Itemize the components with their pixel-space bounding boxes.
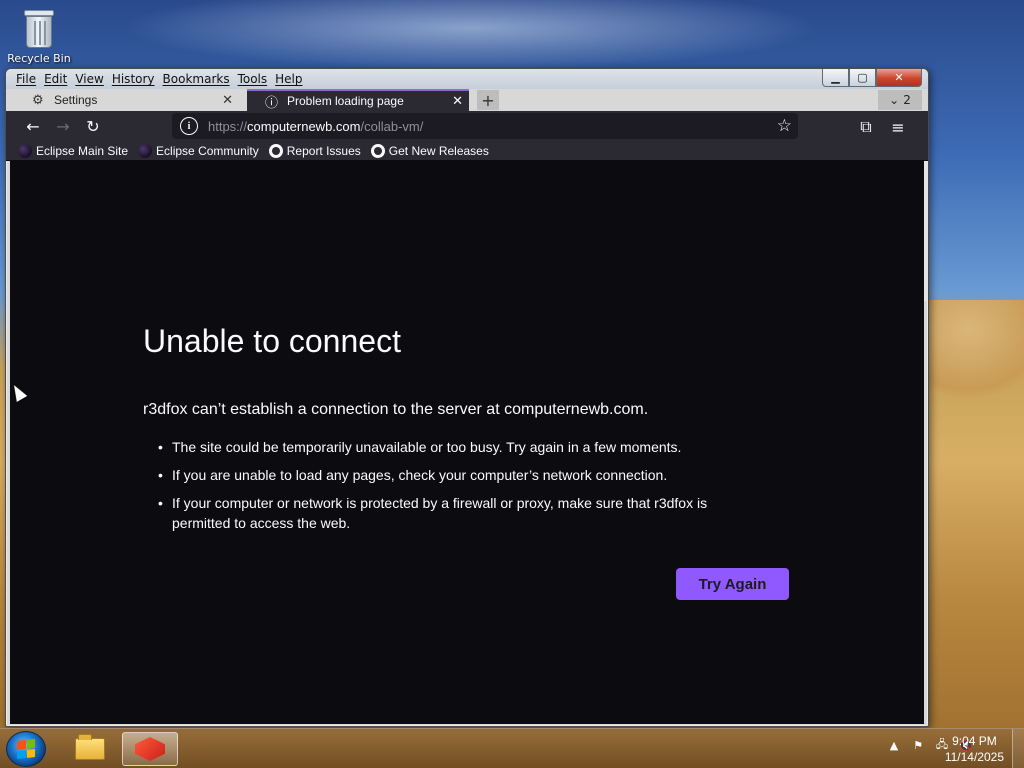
bookmark-eclipse-community[interactable]: Eclipse Community <box>138 143 259 158</box>
navigation-toolbar: ← → ↻ i https://computernewb.com/collab-… <box>6 111 928 141</box>
reload-button[interactable]: ↻ <box>78 112 108 140</box>
error-suggestions: The site could be temporarily unavailabl… <box>158 437 768 541</box>
suggestion-item: If your computer or network is protected… <box>158 493 768 533</box>
menu-bookmarks[interactable]: Bookmarks <box>163 72 230 86</box>
start-button[interactable] <box>6 731 46 767</box>
scrollbar[interactable] <box>924 161 928 301</box>
bookmark-label: Report Issues <box>286 143 361 158</box>
taskbar-file-explorer[interactable] <box>62 732 118 766</box>
folder-icon <box>75 734 105 760</box>
list-all-tabs-button[interactable]: ⌄ 2 <box>878 90 922 110</box>
app-menu-button[interactable]: ≡ <box>882 113 914 141</box>
recycle-bin-label: Recycle Bin <box>7 52 71 65</box>
back-button[interactable]: ← <box>18 112 48 140</box>
menu-history[interactable]: History <box>112 72 155 86</box>
taskbar: ▲ ⚑ 🖧 🔇 9:04 PM 11/14/2025 <box>0 728 1024 768</box>
menu-help[interactable]: Help <box>275 72 302 86</box>
action-center-flag-icon[interactable]: ⚑ <box>910 737 926 753</box>
new-tab-button[interactable]: + <box>477 90 499 110</box>
close-window-button[interactable]: ✕ <box>876 69 922 87</box>
menu-view[interactable]: View <box>75 72 103 86</box>
url-bar[interactable]: i https://computernewb.com/collab-vm/ ☆ <box>172 113 798 139</box>
bookmark-label: Eclipse Community <box>156 143 259 158</box>
eclipse-icon <box>138 143 153 158</box>
taskbar-browser[interactable] <box>122 732 178 766</box>
clock-date: 11/14/2025 <box>944 750 1004 764</box>
tab-problem-loading-page[interactable]: ⓘ Problem loading page ✕ <box>247 89 469 111</box>
minimize-icon: ▁ <box>831 71 840 84</box>
toolbar-right: ⧉ ≡ <box>850 113 914 141</box>
tab-close-icon[interactable]: ✕ <box>452 93 463 109</box>
error-description: r3dfox can’t establish a connection to t… <box>143 401 649 418</box>
url-host: computernewb.com <box>247 118 361 134</box>
recycle-bin-icon <box>22 6 56 50</box>
wallpaper-cloud <box>120 0 820 70</box>
bookmark-label: Eclipse Main Site <box>36 143 129 158</box>
show-hidden-icons-icon[interactable]: ▲ <box>886 737 902 753</box>
github-icon <box>268 143 283 158</box>
error-title: Unable to connect <box>143 323 401 359</box>
bookmark-get-new-releases[interactable]: Get New Releases <box>370 143 489 158</box>
bookmarks-toolbar: Eclipse Main Site Eclipse Community Repo… <box>6 141 928 161</box>
tab-count: 2 <box>903 93 911 107</box>
menu-tools[interactable]: Tools <box>238 72 268 86</box>
show-desktop-button[interactable] <box>1012 729 1024 768</box>
forward-arrow-icon: → <box>56 116 70 136</box>
bookmark-report-issues[interactable]: Report Issues <box>268 143 361 158</box>
bookmark-label: Get New Releases <box>388 143 489 158</box>
window-controls: ▁ ▢ ✕ <box>822 69 922 87</box>
hamburger-menu-icon: ≡ <box>891 117 905 137</box>
back-arrow-icon: ← <box>26 116 40 136</box>
tab-bar: ⚙ Settings ✕ ⓘ Problem loading page ✕ + … <box>6 89 928 111</box>
tab-title: Settings <box>54 93 98 107</box>
bookmark-star-icon[interactable]: ☆ <box>777 116 792 136</box>
try-again-button[interactable]: Try Again <box>676 568 789 600</box>
extensions-button[interactable]: ⧉ <box>850 113 882 141</box>
plus-icon: + <box>481 90 495 110</box>
bookmark-eclipse-main-site[interactable]: Eclipse Main Site <box>18 143 129 158</box>
close-icon: ✕ <box>894 71 904 84</box>
github-icon <box>370 143 385 158</box>
chevron-down-icon: ⌄ <box>889 93 900 107</box>
maximize-icon: ▢ <box>857 71 868 84</box>
minimize-button[interactable]: ▁ <box>822 69 849 87</box>
browser-logo-icon <box>135 737 165 761</box>
forward-button[interactable]: → <box>48 112 78 140</box>
puzzle-icon: ⧉ <box>860 117 872 136</box>
site-info-icon[interactable]: i <box>180 117 198 135</box>
suggestion-item: The site could be temporarily unavailabl… <box>158 437 768 457</box>
menu-edit[interactable]: Edit <box>44 72 67 86</box>
browser-window: File Edit View History Bookmarks Tools H… <box>5 68 929 727</box>
gear-icon: ⚙ <box>32 92 44 107</box>
url-scheme: https:// <box>208 118 248 134</box>
tab-settings[interactable]: ⚙ Settings ✕ <box>14 89 239 111</box>
page-content: Unable to connect r3dfox can’t establish… <box>10 161 928 724</box>
menu-bar: File Edit View History Bookmarks Tools H… <box>6 69 928 89</box>
clock-time: 9:04 PM <box>952 734 997 748</box>
url-path: /collab-vm/ <box>360 118 424 134</box>
desktop-icon-recycle-bin[interactable]: Recycle Bin <box>6 4 72 65</box>
reload-icon: ↻ <box>86 116 100 136</box>
tab-close-icon[interactable]: ✕ <box>222 92 233 108</box>
menu-file[interactable]: File <box>16 72 36 86</box>
tab-title: Problem loading page <box>287 94 404 108</box>
clock[interactable]: 9:04 PM 11/14/2025 <box>945 733 1004 765</box>
eclipse-icon <box>18 143 32 158</box>
windows-logo-icon <box>17 739 35 759</box>
info-icon: ⓘ <box>265 94 279 110</box>
maximize-button[interactable]: ▢ <box>849 69 876 87</box>
suggestion-item: If you are unable to load any pages, che… <box>158 465 768 485</box>
